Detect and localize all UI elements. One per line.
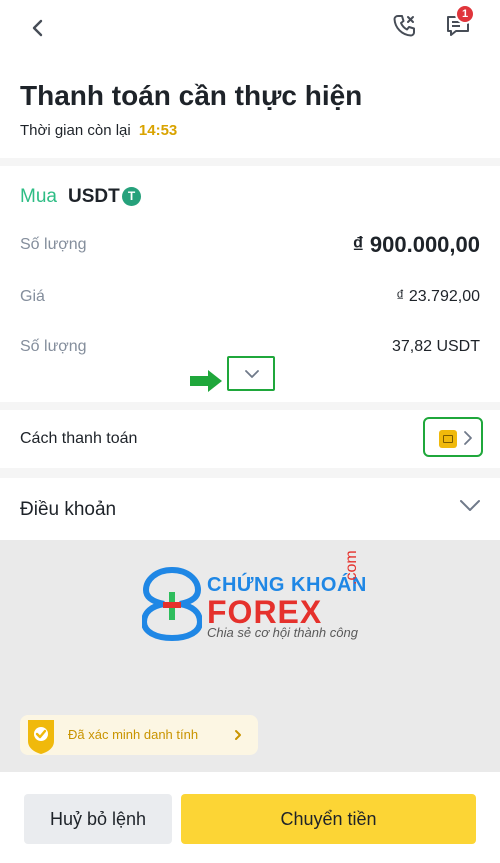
quantity-value: 37,82 USDT xyxy=(391,338,480,355)
cancel-order-button[interactable]: Huỷ bỏ lệnh xyxy=(24,794,172,844)
order-details-card: Mua USDT T Số lượng ₫ 900.000,00 Giá ₫ 2… xyxy=(0,166,500,402)
chevron-right-icon xyxy=(464,431,472,445)
payment-method-label: Cách thanh toán xyxy=(20,430,138,447)
order-side: Mua xyxy=(20,186,57,207)
watermark-slogan: Chia sẻ cơ hội thành công xyxy=(207,625,358,640)
chevron-right-icon xyxy=(235,730,241,740)
expand-details-button[interactable] xyxy=(227,356,275,391)
terms-section[interactable]: Điều khoản xyxy=(0,478,500,540)
amount-value: ₫ 900.000,00 xyxy=(352,232,480,257)
top-bar: 1 xyxy=(0,0,500,56)
chevron-down-icon xyxy=(245,370,259,378)
payment-method-row[interactable]: Cách thanh toán xyxy=(0,410,500,468)
quantity-label: Số lượng xyxy=(20,338,87,355)
page-header: Thanh toán cần thực hiện Thời gian còn l… xyxy=(0,56,500,158)
bank-card-icon xyxy=(439,430,457,448)
terms-label: Điều khoản xyxy=(20,499,117,520)
verified-identity-label: Đã xác minh danh tính xyxy=(68,727,199,742)
tether-icon: T xyxy=(122,187,141,206)
notification-badge: 1 xyxy=(455,4,475,24)
chevron-left-icon[interactable] xyxy=(24,14,52,42)
amount-label: Số lượng xyxy=(20,236,87,253)
countdown-label: Thời gian còn lại xyxy=(20,122,131,139)
countdown-row: Thời gian còn lại 14:53 xyxy=(20,122,177,139)
verified-identity-chip[interactable]: Đã xác minh danh tính xyxy=(20,715,258,755)
price-label: Giá xyxy=(20,288,45,305)
arrow-right-icon xyxy=(190,370,222,392)
payment-method-selector[interactable] xyxy=(423,417,483,457)
phone-icon[interactable] xyxy=(390,12,418,40)
page-title: Thanh toán cần thực hiện xyxy=(20,80,363,111)
countdown-timer: 14:53 xyxy=(138,122,178,139)
chevron-down-icon xyxy=(460,500,480,511)
action-footer: Huỷ bỏ lệnh Chuyển tiền xyxy=(0,772,500,863)
watermark-com: .com xyxy=(343,550,360,585)
verified-shield-icon xyxy=(28,720,54,754)
order-asset: USDT xyxy=(68,186,120,207)
price-value: ₫ 23.792,00 xyxy=(396,288,480,305)
forex-logo-icon xyxy=(142,566,202,642)
transfer-button[interactable]: Chuyển tiền xyxy=(181,794,476,844)
